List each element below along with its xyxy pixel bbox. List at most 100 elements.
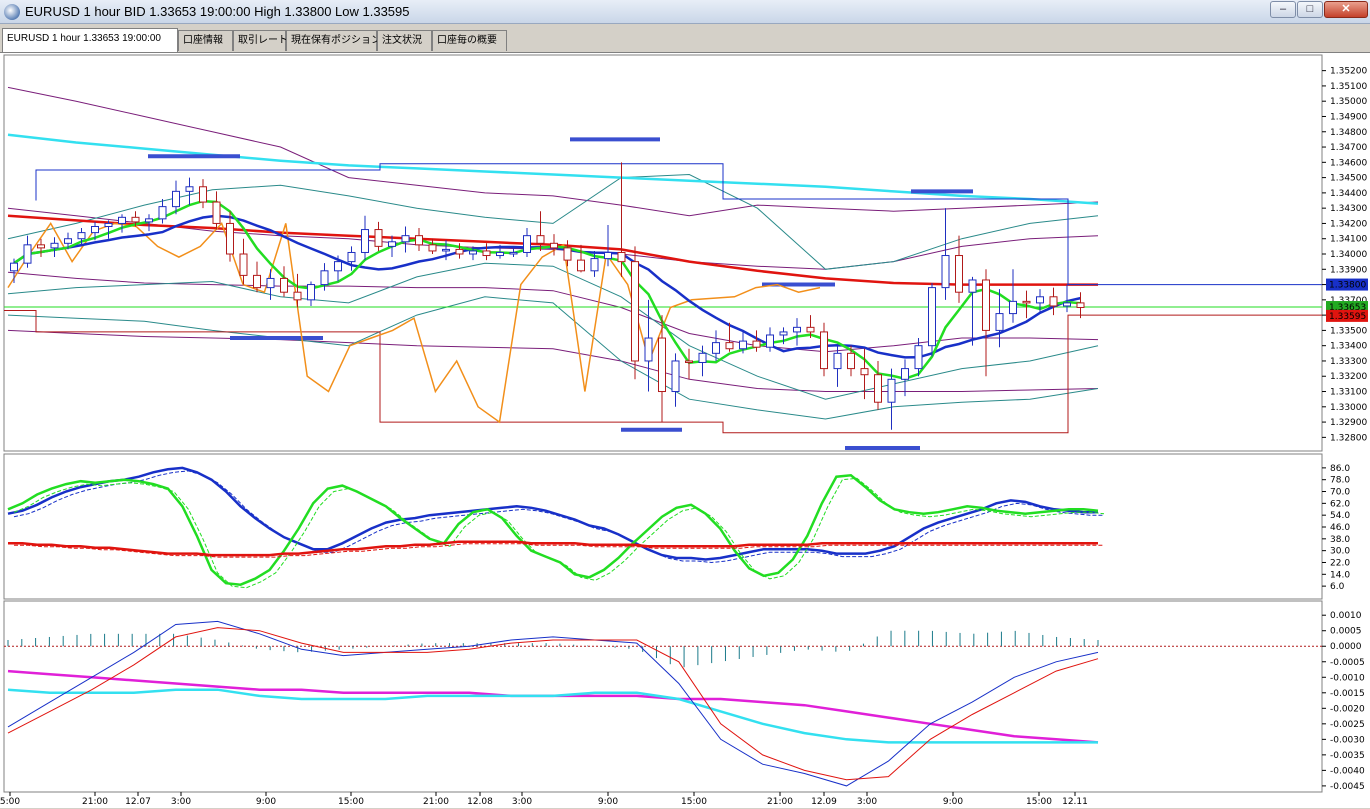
- candle-body: [428, 244, 437, 252]
- candle-body: [901, 368, 909, 380]
- time-tick-label: 12.08: [467, 797, 493, 807]
- osc-tick-label: 6.0: [1330, 582, 1345, 592]
- chart-canvas[interactable]: 1.35200 1.35100 1.35000 1.34900 1.34800 1.347…: [0, 53, 1370, 809]
- osc-tick-label: 78.0: [1330, 476, 1350, 486]
- tab-open-positions[interactable]: 現在保有ポジション: [286, 30, 381, 51]
- osc-tick-label: 46.0: [1330, 523, 1350, 533]
- candle-body: [941, 255, 950, 289]
- candle-body: [550, 242, 558, 249]
- price-tick-label: 1.34300: [1330, 204, 1367, 214]
- candle-body: [158, 206, 167, 220]
- macd-tick-label: -0.0030: [1330, 735, 1365, 745]
- candle-body: [455, 248, 464, 255]
- price-axis: 1.35200 1.35100 1.35000 1.34900 1.34800 1.347…: [1322, 67, 1368, 443]
- macd-tick-label: -0.0015: [1330, 689, 1365, 699]
- candle-body: [739, 340, 747, 350]
- tab-order-status[interactable]: 注文状況: [377, 30, 432, 51]
- candle-body: [118, 216, 126, 224]
- osc-tick-label: 22.0: [1330, 558, 1350, 568]
- candle-body: [509, 251, 518, 255]
- time-tick-label: 15:00: [338, 797, 364, 807]
- macd-tick-label: -0.0020: [1330, 704, 1365, 714]
- price-tick-label: 1.33500: [1330, 326, 1367, 336]
- candle-body: [50, 242, 59, 249]
- candle-body: [604, 251, 612, 260]
- candle-body: [374, 229, 383, 247]
- candle-body: [766, 334, 774, 348]
- candle-body: [401, 235, 410, 243]
- minimize-button[interactable]: –: [1270, 1, 1296, 18]
- candle-body: [361, 229, 369, 253]
- candle-body: [806, 326, 815, 333]
- candle-body: [874, 374, 882, 403]
- tab-account-info[interactable]: 口座情報: [178, 30, 233, 51]
- maximize-button[interactable]: □: [1297, 1, 1323, 18]
- time-tick-label: 12.07: [125, 797, 151, 807]
- candle-body: [955, 255, 963, 293]
- tab-eurusd-chart[interactable]: EURUSD 1 hour 1.33653 19:00:00: [2, 28, 178, 52]
- osc-tick-label: 62.0: [1330, 499, 1350, 509]
- candle-body: [860, 368, 869, 376]
- price-tick-label: 1.33400: [1330, 342, 1367, 352]
- macd-tick-label: -0.0040: [1330, 766, 1365, 776]
- price-tick-label: 1.34100: [1330, 235, 1367, 245]
- time-tick-label: 9:00: [943, 797, 963, 807]
- candle-body: [590, 258, 599, 272]
- candle-body: [725, 342, 734, 350]
- candle-body: [671, 360, 680, 393]
- close-button[interactable]: ✕: [1324, 1, 1368, 18]
- candle-body: [469, 250, 477, 255]
- time-tick-label: 12.09: [811, 797, 837, 807]
- time-tick-label: 3:00: [171, 797, 191, 807]
- price-tick-label: 1.33200: [1330, 372, 1367, 382]
- candle-body: [185, 186, 194, 192]
- candle-body: [577, 259, 585, 272]
- window-titlebar: EURUSD 1 hour BID 1.33653 19:00:00 High …: [0, 0, 1370, 24]
- price-tick-label: 1.34200: [1330, 219, 1367, 229]
- candle-body: [779, 331, 788, 336]
- time-tick-label: 15:00: [681, 797, 707, 807]
- candle-body: [1022, 300, 1031, 304]
- time-tick-label: 21:00: [82, 797, 108, 807]
- candle-body: [239, 253, 248, 276]
- price-tick-label: 1.32800: [1330, 433, 1367, 443]
- candle-body: [820, 331, 828, 370]
- macd-tick-label: -0.0010: [1330, 673, 1365, 683]
- tab-trading-rates[interactable]: 取引レート: [233, 30, 288, 51]
- candle-body: [644, 337, 653, 362]
- time-tick-label: 15:00: [1026, 797, 1052, 807]
- globe-icon: [4, 4, 20, 20]
- candle-body: [631, 261, 639, 362]
- candle-body: [266, 277, 275, 289]
- candle-body: [685, 360, 693, 363]
- time-tick-label: 3:00: [857, 797, 877, 807]
- candle-body: [347, 251, 356, 263]
- macd-tick-label: 0.0000: [1330, 642, 1362, 652]
- candle-body: [1036, 296, 1044, 304]
- candle-body: [253, 274, 261, 289]
- osc-tick-label: 54.0: [1330, 511, 1350, 521]
- tab-account-summary[interactable]: 口座毎の概要: [432, 30, 507, 51]
- candle-body: [334, 261, 342, 272]
- candle-body: [833, 352, 842, 370]
- price-tick-label: 1.34900: [1330, 112, 1367, 122]
- price-tick-label: 1.33100: [1330, 388, 1367, 398]
- candle-body: [104, 222, 113, 227]
- tab-bar: EURUSD 1 hour 1.33653 19:00:00 口座情報 取引レー…: [0, 28, 1370, 52]
- candle-body: [536, 235, 545, 244]
- candle-body: [307, 284, 315, 301]
- candle-body: [280, 277, 288, 293]
- candle-body: [914, 345, 923, 370]
- candle-body: [1009, 300, 1017, 315]
- candle-body: [712, 342, 720, 354]
- chart-area[interactable]: 1.35200 1.35100 1.35000 1.34900 1.34800 1.347…: [0, 52, 1370, 808]
- candle-body: [752, 340, 761, 348]
- candle-body: [968, 279, 977, 293]
- macd-tick-label: 0.0010: [1330, 611, 1362, 621]
- candle-body: [496, 251, 504, 257]
- candle-body: [1063, 302, 1071, 307]
- macd-tick-label: -0.0045: [1330, 782, 1365, 792]
- candle-body: [388, 241, 396, 247]
- candle-body: [658, 337, 666, 393]
- price-tag-label: 1.33800: [1329, 281, 1366, 291]
